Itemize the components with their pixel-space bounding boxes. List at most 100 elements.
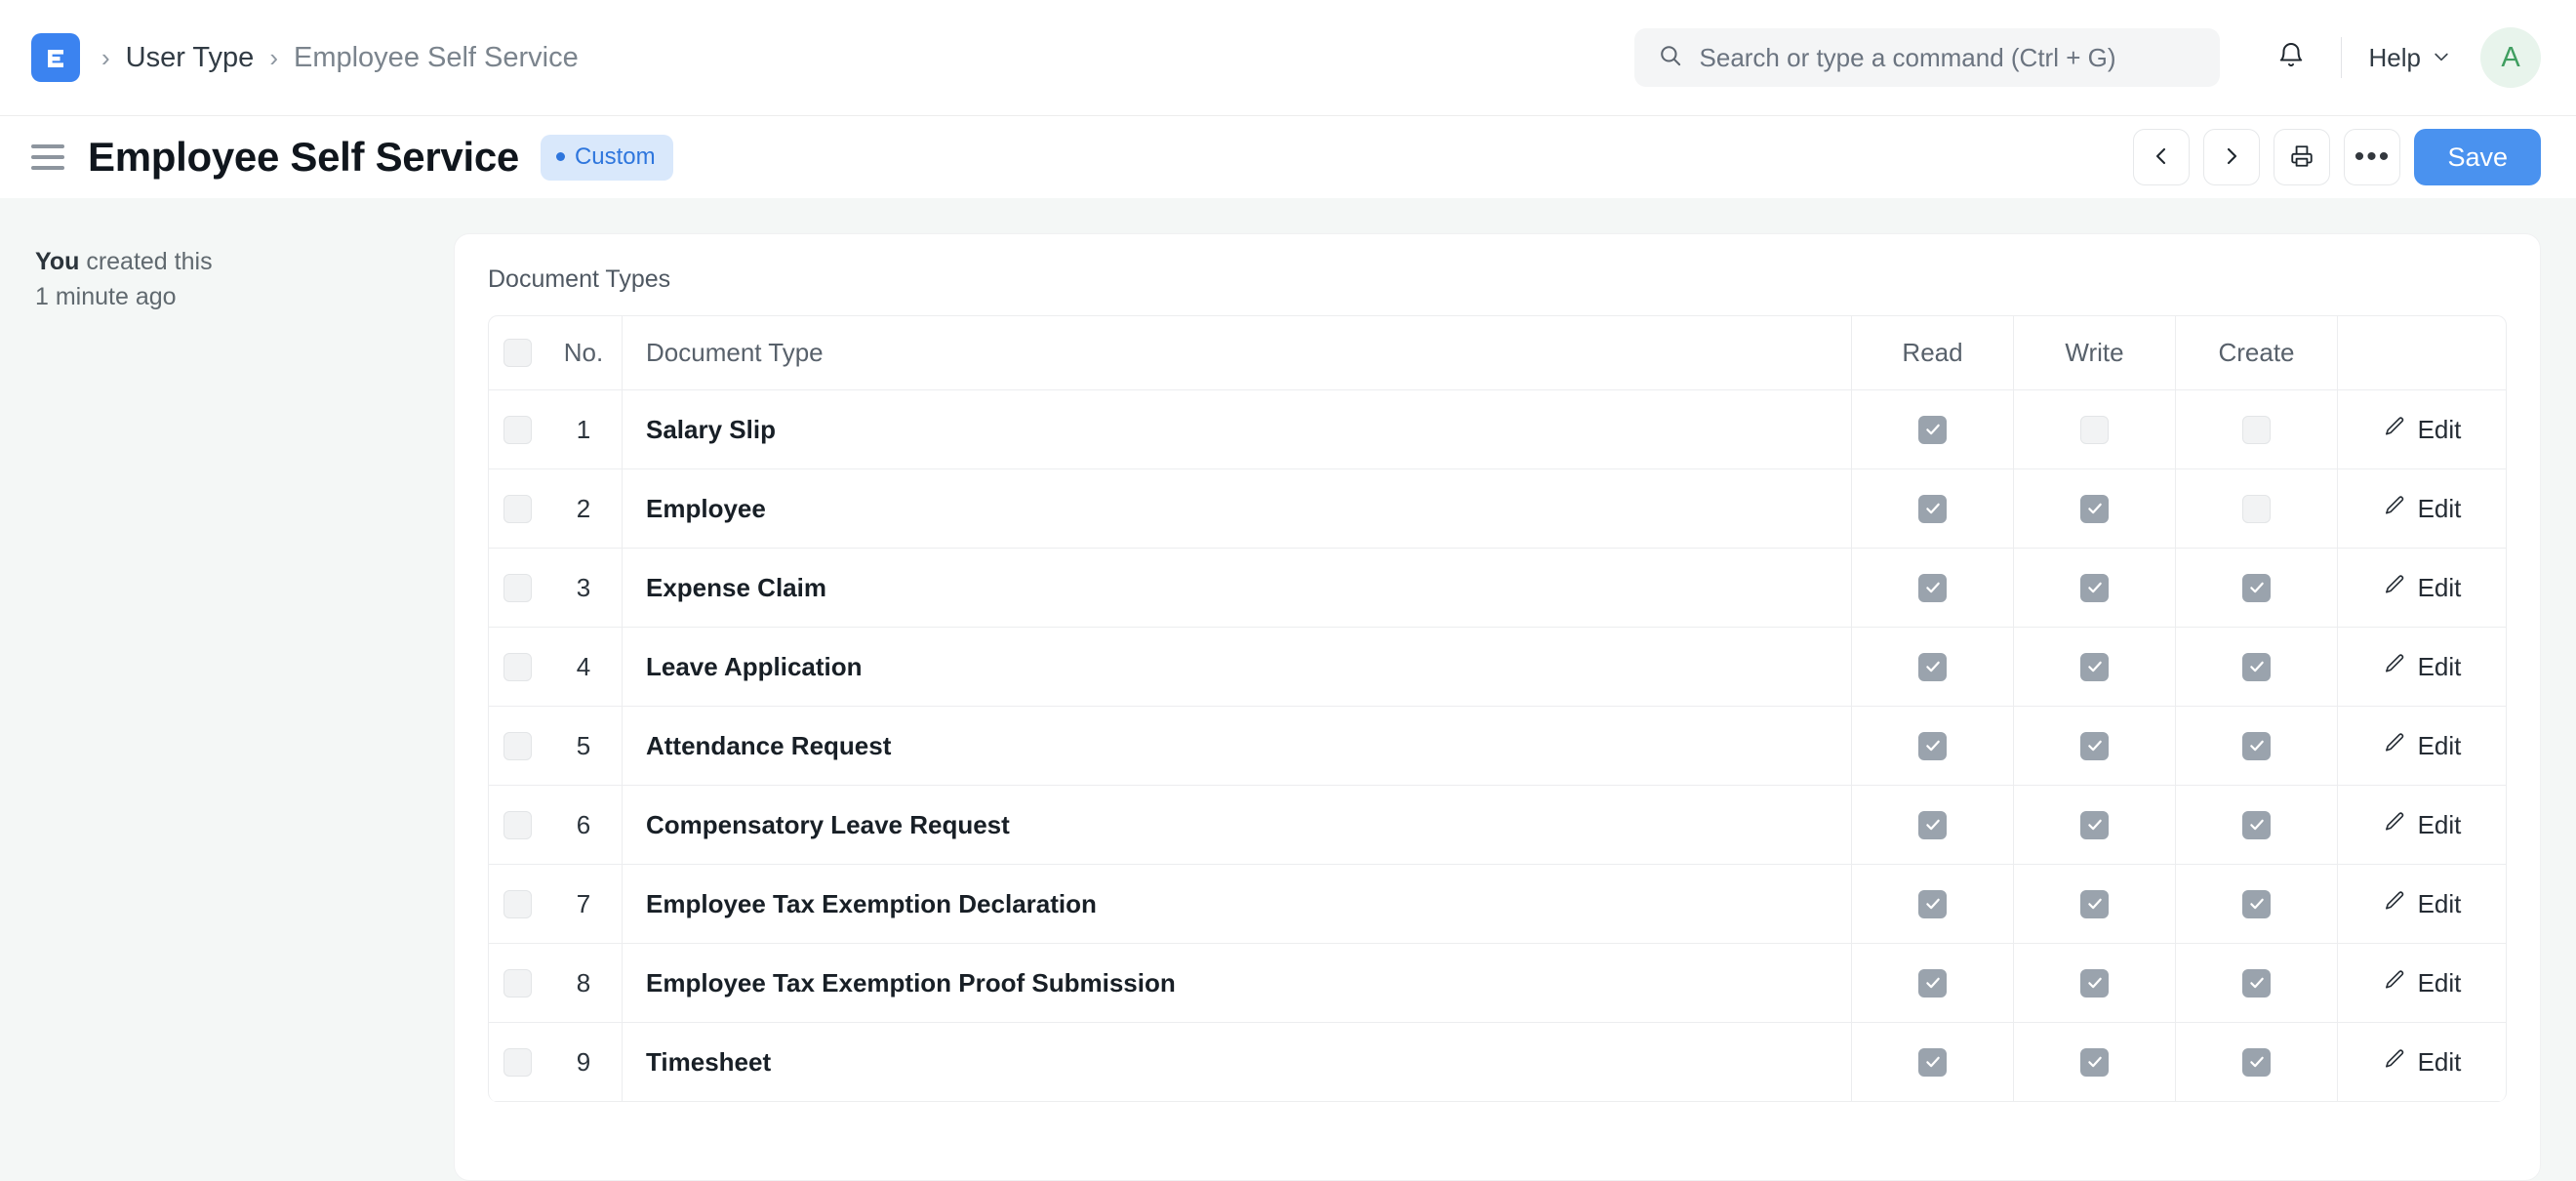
row-create-checkbox[interactable] xyxy=(2175,1023,2337,1101)
checkbox-unchecked-icon xyxy=(503,415,532,444)
row-select-checkbox[interactable] xyxy=(489,786,545,864)
row-edit-button[interactable]: Edit xyxy=(2337,469,2506,548)
chevron-right-icon xyxy=(2220,144,2243,171)
print-button[interactable] xyxy=(2274,129,2331,185)
row-create-checkbox[interactable] xyxy=(2175,865,2337,943)
checkbox-checked-icon xyxy=(2080,652,2109,681)
row-create-checkbox[interactable] xyxy=(2175,628,2337,706)
row-write-checkbox[interactable] xyxy=(2013,1023,2175,1101)
notifications-button[interactable] xyxy=(2265,31,2317,84)
row-create-checkbox[interactable] xyxy=(2175,390,2337,468)
row-read-checkbox[interactable] xyxy=(1851,628,2013,706)
pencil-icon xyxy=(2383,731,2406,761)
row-document-type[interactable]: Expense Claim xyxy=(622,549,1851,627)
save-button[interactable]: Save xyxy=(2414,129,2541,185)
row-edit-button[interactable]: Edit xyxy=(2337,628,2506,706)
checkbox-unchecked-icon xyxy=(2242,415,2271,444)
row-document-type[interactable]: Salary Slip xyxy=(622,390,1851,468)
select-all-checkbox[interactable] xyxy=(489,316,545,389)
row-document-type[interactable]: Timesheet xyxy=(622,1023,1851,1101)
row-write-checkbox[interactable] xyxy=(2013,390,2175,468)
row-select-checkbox[interactable] xyxy=(489,469,545,548)
table-row[interactable]: 4 Leave Application Edit xyxy=(489,628,2506,707)
row-write-checkbox[interactable] xyxy=(2013,549,2175,627)
row-select-checkbox[interactable] xyxy=(489,628,545,706)
row-document-type[interactable]: Attendance Request xyxy=(622,707,1851,785)
row-read-checkbox[interactable] xyxy=(1851,469,2013,548)
row-read-checkbox[interactable] xyxy=(1851,1023,2013,1101)
next-button[interactable] xyxy=(2203,129,2261,185)
search-input[interactable]: Search or type a command (Ctrl + G) xyxy=(1633,28,2220,87)
row-edit-button[interactable]: Edit xyxy=(2337,786,2506,864)
help-menu-button[interactable]: Help xyxy=(2369,43,2451,73)
row-edit-button[interactable]: Edit xyxy=(2337,944,2506,1022)
table-row[interactable]: 2 Employee Edit xyxy=(489,469,2506,549)
chevron-left-icon xyxy=(2150,144,2173,171)
pencil-icon xyxy=(2383,415,2406,445)
row-edit-button[interactable]: Edit xyxy=(2337,707,2506,785)
row-read-checkbox[interactable] xyxy=(1851,865,2013,943)
created-by-user: You xyxy=(35,248,80,275)
row-read-checkbox[interactable] xyxy=(1851,390,2013,468)
row-write-checkbox[interactable] xyxy=(2013,944,2175,1022)
table-row[interactable]: 9 Timesheet Edit xyxy=(489,1023,2506,1102)
row-create-checkbox[interactable] xyxy=(2175,549,2337,627)
more-options-button[interactable]: ••• xyxy=(2344,129,2401,185)
row-write-checkbox[interactable] xyxy=(2013,865,2175,943)
row-read-checkbox[interactable] xyxy=(1851,944,2013,1022)
page-header: Employee Self Service Custom ••• Save xyxy=(0,116,2576,198)
row-read-checkbox[interactable] xyxy=(1851,549,2013,627)
row-select-checkbox[interactable] xyxy=(489,865,545,943)
row-index: 4 xyxy=(576,651,591,681)
table-row[interactable]: 1 Salary Slip Edit xyxy=(489,390,2506,469)
row-create-checkbox[interactable] xyxy=(2175,707,2337,785)
row-write-checkbox[interactable] xyxy=(2013,628,2175,706)
table-row[interactable]: 7 Employee Tax Exemption Declaration Edit xyxy=(489,865,2506,944)
table-header-row: No. Document Type Read Write Create xyxy=(489,316,2506,390)
row-document-type[interactable]: Compensatory Leave Request xyxy=(622,786,1851,864)
checkbox-checked-icon xyxy=(2080,731,2109,760)
badge-dot-icon xyxy=(555,152,565,161)
row-select-checkbox[interactable] xyxy=(489,944,545,1022)
pencil-icon xyxy=(2383,810,2406,840)
checkbox-checked-icon xyxy=(2242,652,2271,681)
row-write-checkbox[interactable] xyxy=(2013,469,2175,548)
row-document-type[interactable]: Employee Tax Exemption Proof Submission xyxy=(622,944,1851,1022)
breadcrumb-link-user-type[interactable]: User Type xyxy=(126,42,255,74)
printer-icon xyxy=(2289,143,2314,172)
row-create-checkbox[interactable] xyxy=(2175,469,2337,548)
table-row[interactable]: 6 Compensatory Leave Request Edit xyxy=(489,786,2506,865)
row-edit-button[interactable]: Edit xyxy=(2337,549,2506,627)
row-document-type[interactable]: Employee xyxy=(622,469,1851,548)
row-write-checkbox[interactable] xyxy=(2013,786,2175,864)
row-edit-button[interactable]: Edit xyxy=(2337,865,2506,943)
checkbox-checked-icon xyxy=(2080,968,2109,998)
sidebar-toggle-icon[interactable] xyxy=(31,144,64,170)
row-edit-button[interactable]: Edit xyxy=(2337,1023,2506,1101)
row-document-type[interactable]: Leave Application xyxy=(622,628,1851,706)
row-select-checkbox[interactable] xyxy=(489,707,545,785)
table-row[interactable]: 3 Expense Claim Edit xyxy=(489,549,2506,628)
row-create-checkbox[interactable] xyxy=(2175,944,2337,1022)
app-logo-icon[interactable] xyxy=(31,33,80,82)
row-read-checkbox[interactable] xyxy=(1851,786,2013,864)
row-select-checkbox[interactable] xyxy=(489,549,545,627)
prev-button[interactable] xyxy=(2133,129,2191,185)
table-row[interactable]: 5 Attendance Request Edit xyxy=(489,707,2506,786)
edit-label: Edit xyxy=(2417,414,2462,444)
row-document-type[interactable]: Employee Tax Exemption Declaration xyxy=(622,865,1851,943)
checkbox-unchecked-icon xyxy=(503,968,532,998)
created-by-line: You created this xyxy=(35,245,454,280)
row-write-checkbox[interactable] xyxy=(2013,707,2175,785)
row-create-checkbox[interactable] xyxy=(2175,786,2337,864)
pencil-icon xyxy=(2383,573,2406,603)
row-select-checkbox[interactable] xyxy=(489,390,545,468)
checkbox-checked-icon xyxy=(2242,731,2271,760)
row-select-checkbox[interactable] xyxy=(489,1023,545,1101)
checkbox-checked-icon xyxy=(1918,889,1947,918)
column-header-create: Create xyxy=(2175,316,2337,389)
table-row[interactable]: 8 Employee Tax Exemption Proof Submission… xyxy=(489,944,2506,1023)
row-read-checkbox[interactable] xyxy=(1851,707,2013,785)
avatar[interactable]: A xyxy=(2480,27,2541,88)
row-edit-button[interactable]: Edit xyxy=(2337,390,2506,468)
